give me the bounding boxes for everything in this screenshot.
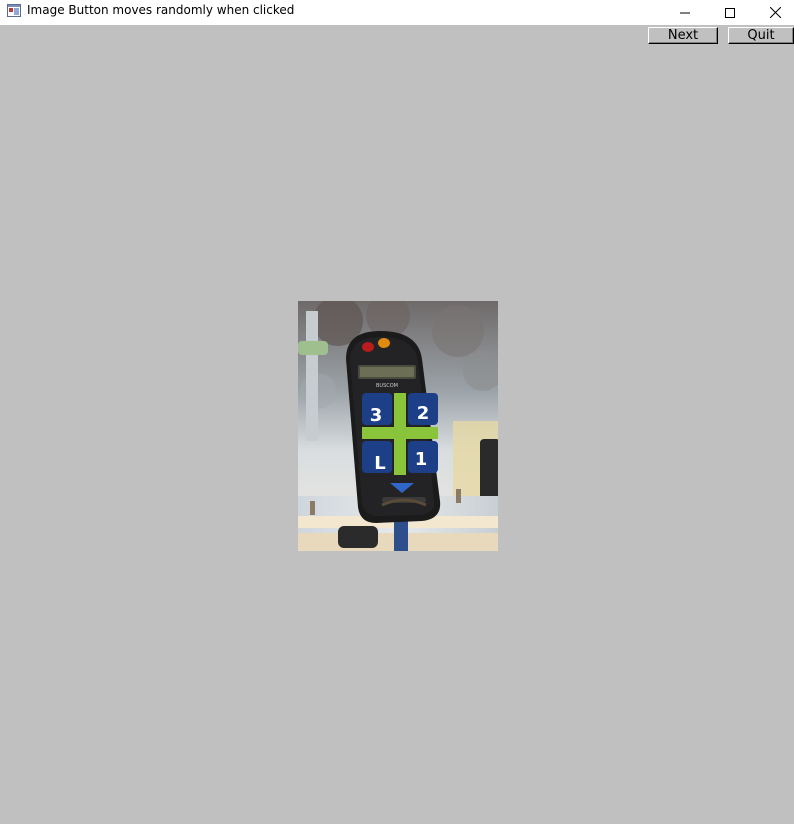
next-button[interactable]: Next bbox=[648, 27, 718, 44]
close-button[interactable] bbox=[752, 0, 794, 25]
image-button[interactable]: BUSCOM 3 2 L 1 bbox=[298, 301, 498, 551]
app-icon bbox=[7, 4, 21, 18]
key-3-label: 3 bbox=[370, 405, 383, 426]
minimize-button[interactable] bbox=[662, 0, 708, 25]
brand-label: BUSCOM bbox=[376, 383, 398, 389]
maximize-icon bbox=[725, 7, 735, 18]
quit-button[interactable]: Quit bbox=[728, 27, 794, 44]
maximize-button[interactable] bbox=[707, 0, 753, 25]
minimize-icon bbox=[680, 12, 690, 13]
key-2-label: 2 bbox=[417, 403, 430, 424]
client-area: Next Quit BUSCOM 3 2 L 1 bbox=[0, 25, 794, 824]
window-title: Image Button moves randomly when clicked bbox=[27, 3, 295, 17]
app-window: Image Button moves randomly when clicked… bbox=[0, 0, 794, 824]
ticket-validator-image: BUSCOM 3 2 L 1 bbox=[298, 301, 498, 551]
key-1-label: 1 bbox=[415, 449, 428, 470]
title-bar[interactable]: Image Button moves randomly when clicked bbox=[0, 0, 794, 25]
key-l-label: L bbox=[374, 453, 385, 474]
close-icon bbox=[769, 7, 781, 18]
